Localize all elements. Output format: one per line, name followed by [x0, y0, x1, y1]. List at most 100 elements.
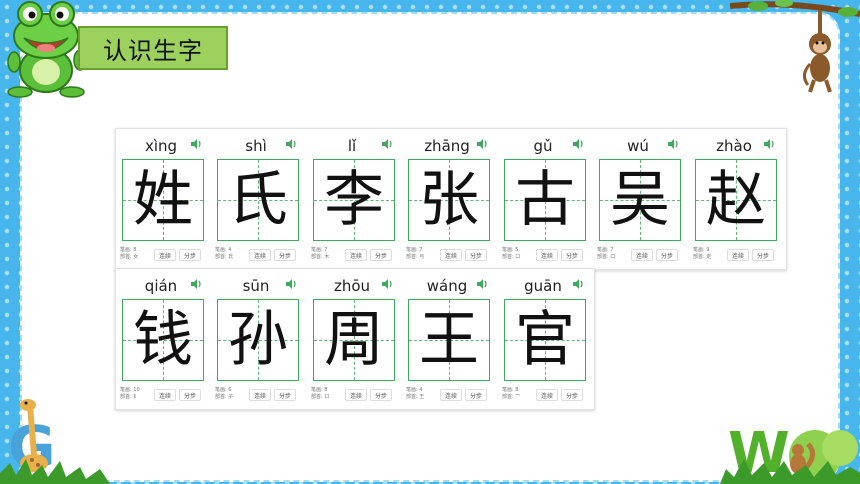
- hanzi-character: 张: [419, 165, 479, 235]
- continuous-button[interactable]: 连续: [440, 389, 462, 401]
- char-meta: 笔画: 10 部首: 钅: [120, 387, 140, 400]
- step-button[interactable]: 分步: [179, 249, 201, 261]
- grass-decoration: [0, 459, 860, 484]
- character-cell: wú 吴 笔画: 7 部首: 口 连续 分步: [595, 131, 681, 265]
- speaker-icon[interactable]: [572, 278, 584, 290]
- char-meta: 笔画: 7 部首: 木: [311, 247, 330, 260]
- speaker-icon[interactable]: [572, 138, 584, 150]
- tian-grid: 李: [313, 159, 395, 241]
- char-meta: 笔画: 4 部首: 王: [406, 387, 425, 400]
- hanzi-character: 吴: [610, 165, 670, 235]
- hanzi-character: 姓: [133, 165, 193, 235]
- char-meta: 笔画: 5 部首: 口: [502, 247, 521, 260]
- step-button[interactable]: 分步: [274, 389, 296, 401]
- continuous-button[interactable]: 连续: [249, 389, 271, 401]
- step-button[interactable]: 分步: [752, 249, 774, 261]
- hanzi-character: 古: [515, 165, 575, 235]
- character-cell: zhōu 周 笔画: 8 部首: 口 连续 分步: [309, 271, 395, 405]
- speaker-icon[interactable]: [667, 138, 679, 150]
- hanzi-character: 氏: [228, 165, 288, 235]
- pinyin: zhào: [716, 137, 752, 155]
- speaker-icon[interactable]: [763, 138, 775, 150]
- char-meta: 笔画: 7 部首: 弓: [406, 247, 425, 260]
- page-title: 认识生字: [103, 36, 203, 65]
- tian-grid: 姓: [122, 159, 204, 241]
- hanzi-character: 王: [419, 305, 479, 375]
- pinyin: lǐ: [347, 137, 357, 155]
- step-button[interactable]: 分步: [465, 389, 487, 401]
- character-card-row-1: xìng 姓 笔画: 8 部首: 女 连续 分步 shì 氏 笔画: 4 部首: 氏…: [115, 128, 787, 270]
- continuous-button[interactable]: 连续: [440, 249, 462, 261]
- char-meta: 笔画: 9 部首: 走: [693, 247, 712, 260]
- character-cell: qián 钱 笔画: 10 部首: 钅 连续 分步: [118, 271, 204, 405]
- speaker-icon[interactable]: [190, 278, 202, 290]
- pinyin: xìng: [144, 137, 178, 155]
- continuous-button[interactable]: 连续: [154, 249, 176, 261]
- hanzi-character: 孙: [228, 305, 288, 375]
- step-button[interactable]: 分步: [179, 389, 201, 401]
- tian-grid: 官: [504, 299, 586, 381]
- step-button[interactable]: 分步: [370, 389, 392, 401]
- pinyin: zhōu: [333, 277, 371, 295]
- character-cell: xìng 姓 笔画: 8 部首: 女 连续 分步: [118, 131, 204, 265]
- section-title-box: 认识生字: [78, 26, 228, 70]
- char-meta: 笔画: 8 部首: 口: [311, 387, 330, 400]
- tian-grid: 王: [408, 299, 490, 381]
- pinyin: sūn: [242, 277, 270, 295]
- tian-grid: 氏: [217, 159, 299, 241]
- char-meta: 笔画: 6 部首: 子: [215, 387, 234, 400]
- speaker-icon[interactable]: [476, 278, 488, 290]
- continuous-button[interactable]: 连续: [536, 389, 558, 401]
- continuous-button[interactable]: 连续: [249, 249, 271, 261]
- continuous-button[interactable]: 连续: [727, 249, 749, 261]
- tian-grid: 古: [504, 159, 586, 241]
- step-button[interactable]: 分步: [370, 249, 392, 261]
- step-button[interactable]: 分步: [561, 389, 583, 401]
- pinyin: wú: [627, 137, 649, 155]
- pinyin: zhāng: [424, 137, 470, 155]
- tian-grid: 孙: [217, 299, 299, 381]
- character-cell: zhào 赵 笔画: 9 部首: 走 连续 分步: [691, 131, 777, 265]
- character-cell: shì 氏 笔画: 4 部首: 氏 连续 分步: [213, 131, 299, 265]
- speaker-icon[interactable]: [381, 278, 393, 290]
- step-button[interactable]: 分步: [274, 249, 296, 261]
- speaker-icon[interactable]: [381, 138, 393, 150]
- character-card-row-2: qián 钱 笔画: 10 部首: 钅 连续 分步 sūn 孙 笔画: 6 部首: …: [115, 268, 595, 410]
- tian-grid: 钱: [122, 299, 204, 381]
- character-cell: wáng 王 笔画: 4 部首: 王 连续 分步: [404, 271, 490, 405]
- step-button[interactable]: 分步: [656, 249, 678, 261]
- speaker-icon[interactable]: [476, 138, 488, 150]
- character-cell: sūn 孙 笔画: 6 部首: 子 连续 分步: [213, 271, 299, 405]
- character-cell: lǐ 李 笔画: 7 部首: 木 连续 分步: [309, 131, 395, 265]
- continuous-button[interactable]: 连续: [345, 389, 367, 401]
- hanzi-character: 周: [324, 305, 384, 375]
- char-meta: 笔画: 4 部首: 氏: [215, 247, 234, 260]
- pinyin: guān: [524, 277, 562, 295]
- pinyin: gǔ: [533, 137, 553, 155]
- tian-grid: 张: [408, 159, 490, 241]
- tian-grid: 吴: [599, 159, 681, 241]
- step-button[interactable]: 分步: [465, 249, 487, 261]
- pinyin: qián: [144, 277, 178, 295]
- hanzi-character: 赵: [706, 165, 766, 235]
- monkey-on-branch-icon: [730, 0, 860, 93]
- continuous-button[interactable]: 连续: [345, 249, 367, 261]
- char-meta: 笔画: 7 部首: 口: [597, 247, 616, 260]
- char-meta: 笔画: 8 部首: 宀: [502, 387, 521, 400]
- continuous-button[interactable]: 连续: [536, 249, 558, 261]
- speaker-icon[interactable]: [285, 138, 297, 150]
- character-cell: gǔ 古 笔画: 5 部首: 口 连续 分步: [500, 131, 586, 265]
- character-cell: zhāng 张 笔画: 7 部首: 弓 连续 分步: [404, 131, 490, 265]
- hanzi-character: 钱: [133, 305, 193, 375]
- pinyin: wáng: [426, 277, 468, 295]
- continuous-button[interactable]: 连续: [631, 249, 653, 261]
- step-button[interactable]: 分步: [561, 249, 583, 261]
- continuous-button[interactable]: 连续: [154, 389, 176, 401]
- tian-grid: 周: [313, 299, 395, 381]
- character-cell: guān 官 笔画: 8 部首: 宀 连续 分步: [500, 271, 586, 405]
- char-meta: 笔画: 8 部首: 女: [120, 247, 139, 260]
- speaker-icon[interactable]: [285, 278, 297, 290]
- speaker-icon[interactable]: [190, 138, 202, 150]
- tian-grid: 赵: [695, 159, 777, 241]
- hanzi-character: 官: [515, 305, 575, 375]
